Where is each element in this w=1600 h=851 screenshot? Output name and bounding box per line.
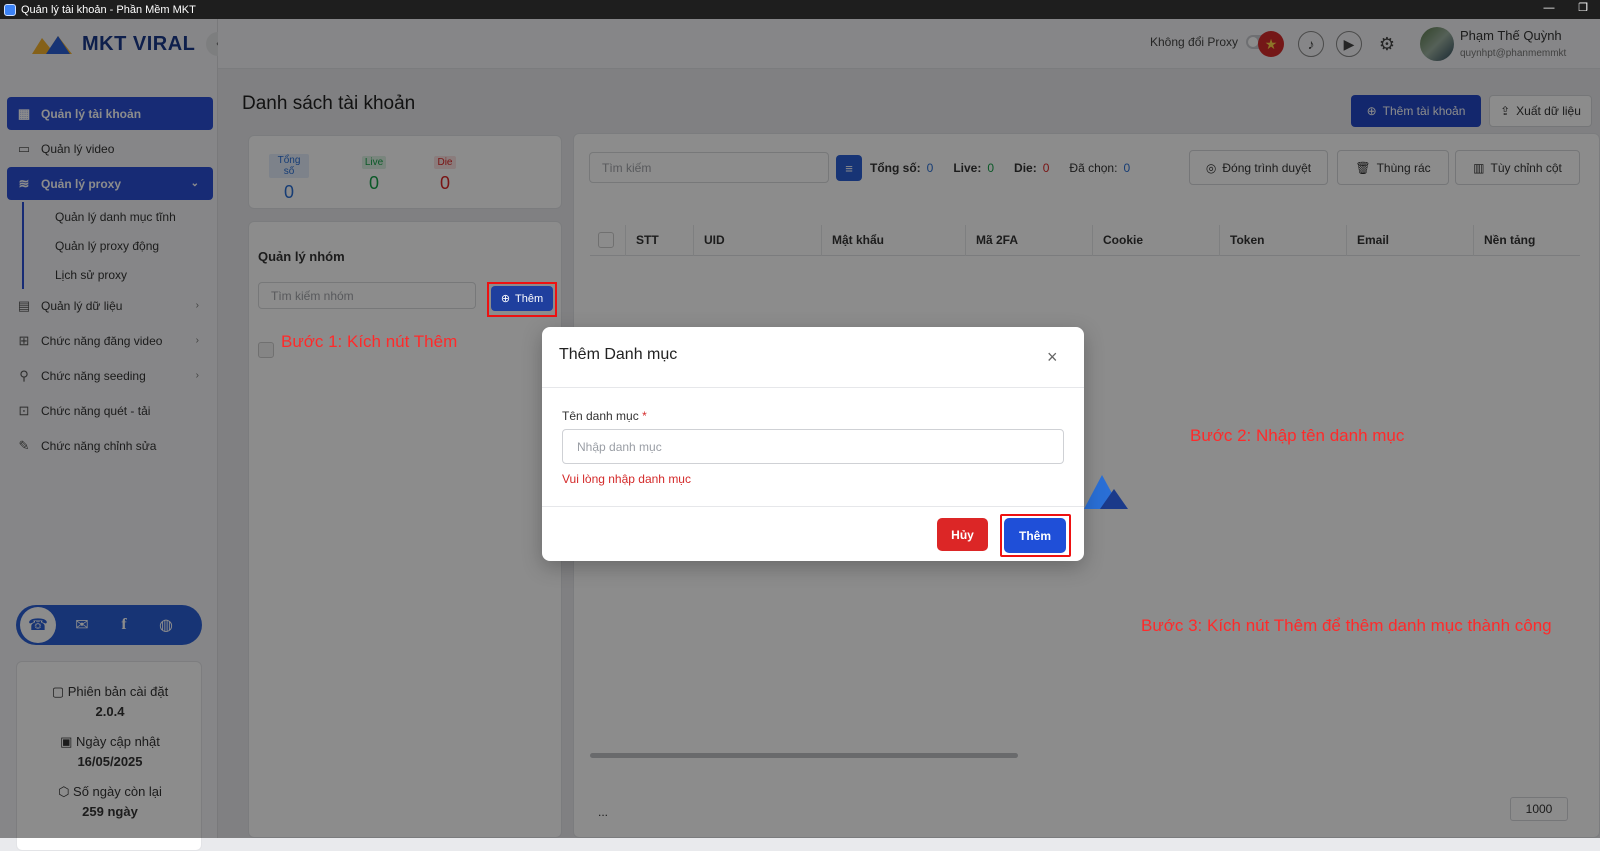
category-name-input[interactable]: Nhập danh mục	[562, 429, 1064, 464]
modal-divider	[542, 387, 1084, 388]
window-title: Quản lý tài khoản - Phần Mềm MKT	[21, 3, 196, 16]
close-icon[interactable]: ×	[1047, 347, 1058, 368]
cancel-button[interactable]: Hủy	[937, 518, 988, 551]
step1-annotation: Bước 1: Kích nút Thêm	[281, 332, 458, 351]
app-icon	[4, 3, 16, 16]
required-mark: *	[642, 409, 647, 423]
step2-annotation: Bước 2: Nhập tên danh mục	[1190, 426, 1405, 445]
step3-annotation: Bước 3: Kích nút Thêm để thêm danh mục t…	[1141, 616, 1552, 635]
group-add-label: Thêm	[515, 292, 544, 305]
restore-icon[interactable]: ❐	[1566, 0, 1600, 19]
plus-circle-icon: ⊕	[500, 293, 511, 305]
category-name-error: Vui lòng nhập danh mục	[562, 472, 691, 486]
modal-title: Thêm Danh mục	[559, 346, 678, 363]
submit-add-button[interactable]: Thêm	[1004, 518, 1066, 553]
modal-footer-divider	[542, 506, 1084, 507]
empty-state-logo-icon	[1084, 475, 1128, 509]
category-name-label-text: Tên danh mục	[562, 409, 639, 423]
app-body: MKT VIRAL ‹ ▦ Quản lý tài khoản ▭ Quản l…	[0, 19, 1600, 851]
minimize-icon[interactable]: —	[1532, 0, 1566, 19]
group-add-button[interactable]: ⊕ Thêm	[491, 286, 553, 311]
window-titlebar: Quản lý tài khoản - Phần Mềm MKT — ❐	[0, 0, 1600, 19]
window-controls: — ❐	[1532, 0, 1600, 19]
category-name-label: Tên danh mục *	[562, 409, 647, 423]
add-category-modal: Thêm Danh mục × Tên danh mục * Nhập danh…	[542, 327, 1084, 561]
